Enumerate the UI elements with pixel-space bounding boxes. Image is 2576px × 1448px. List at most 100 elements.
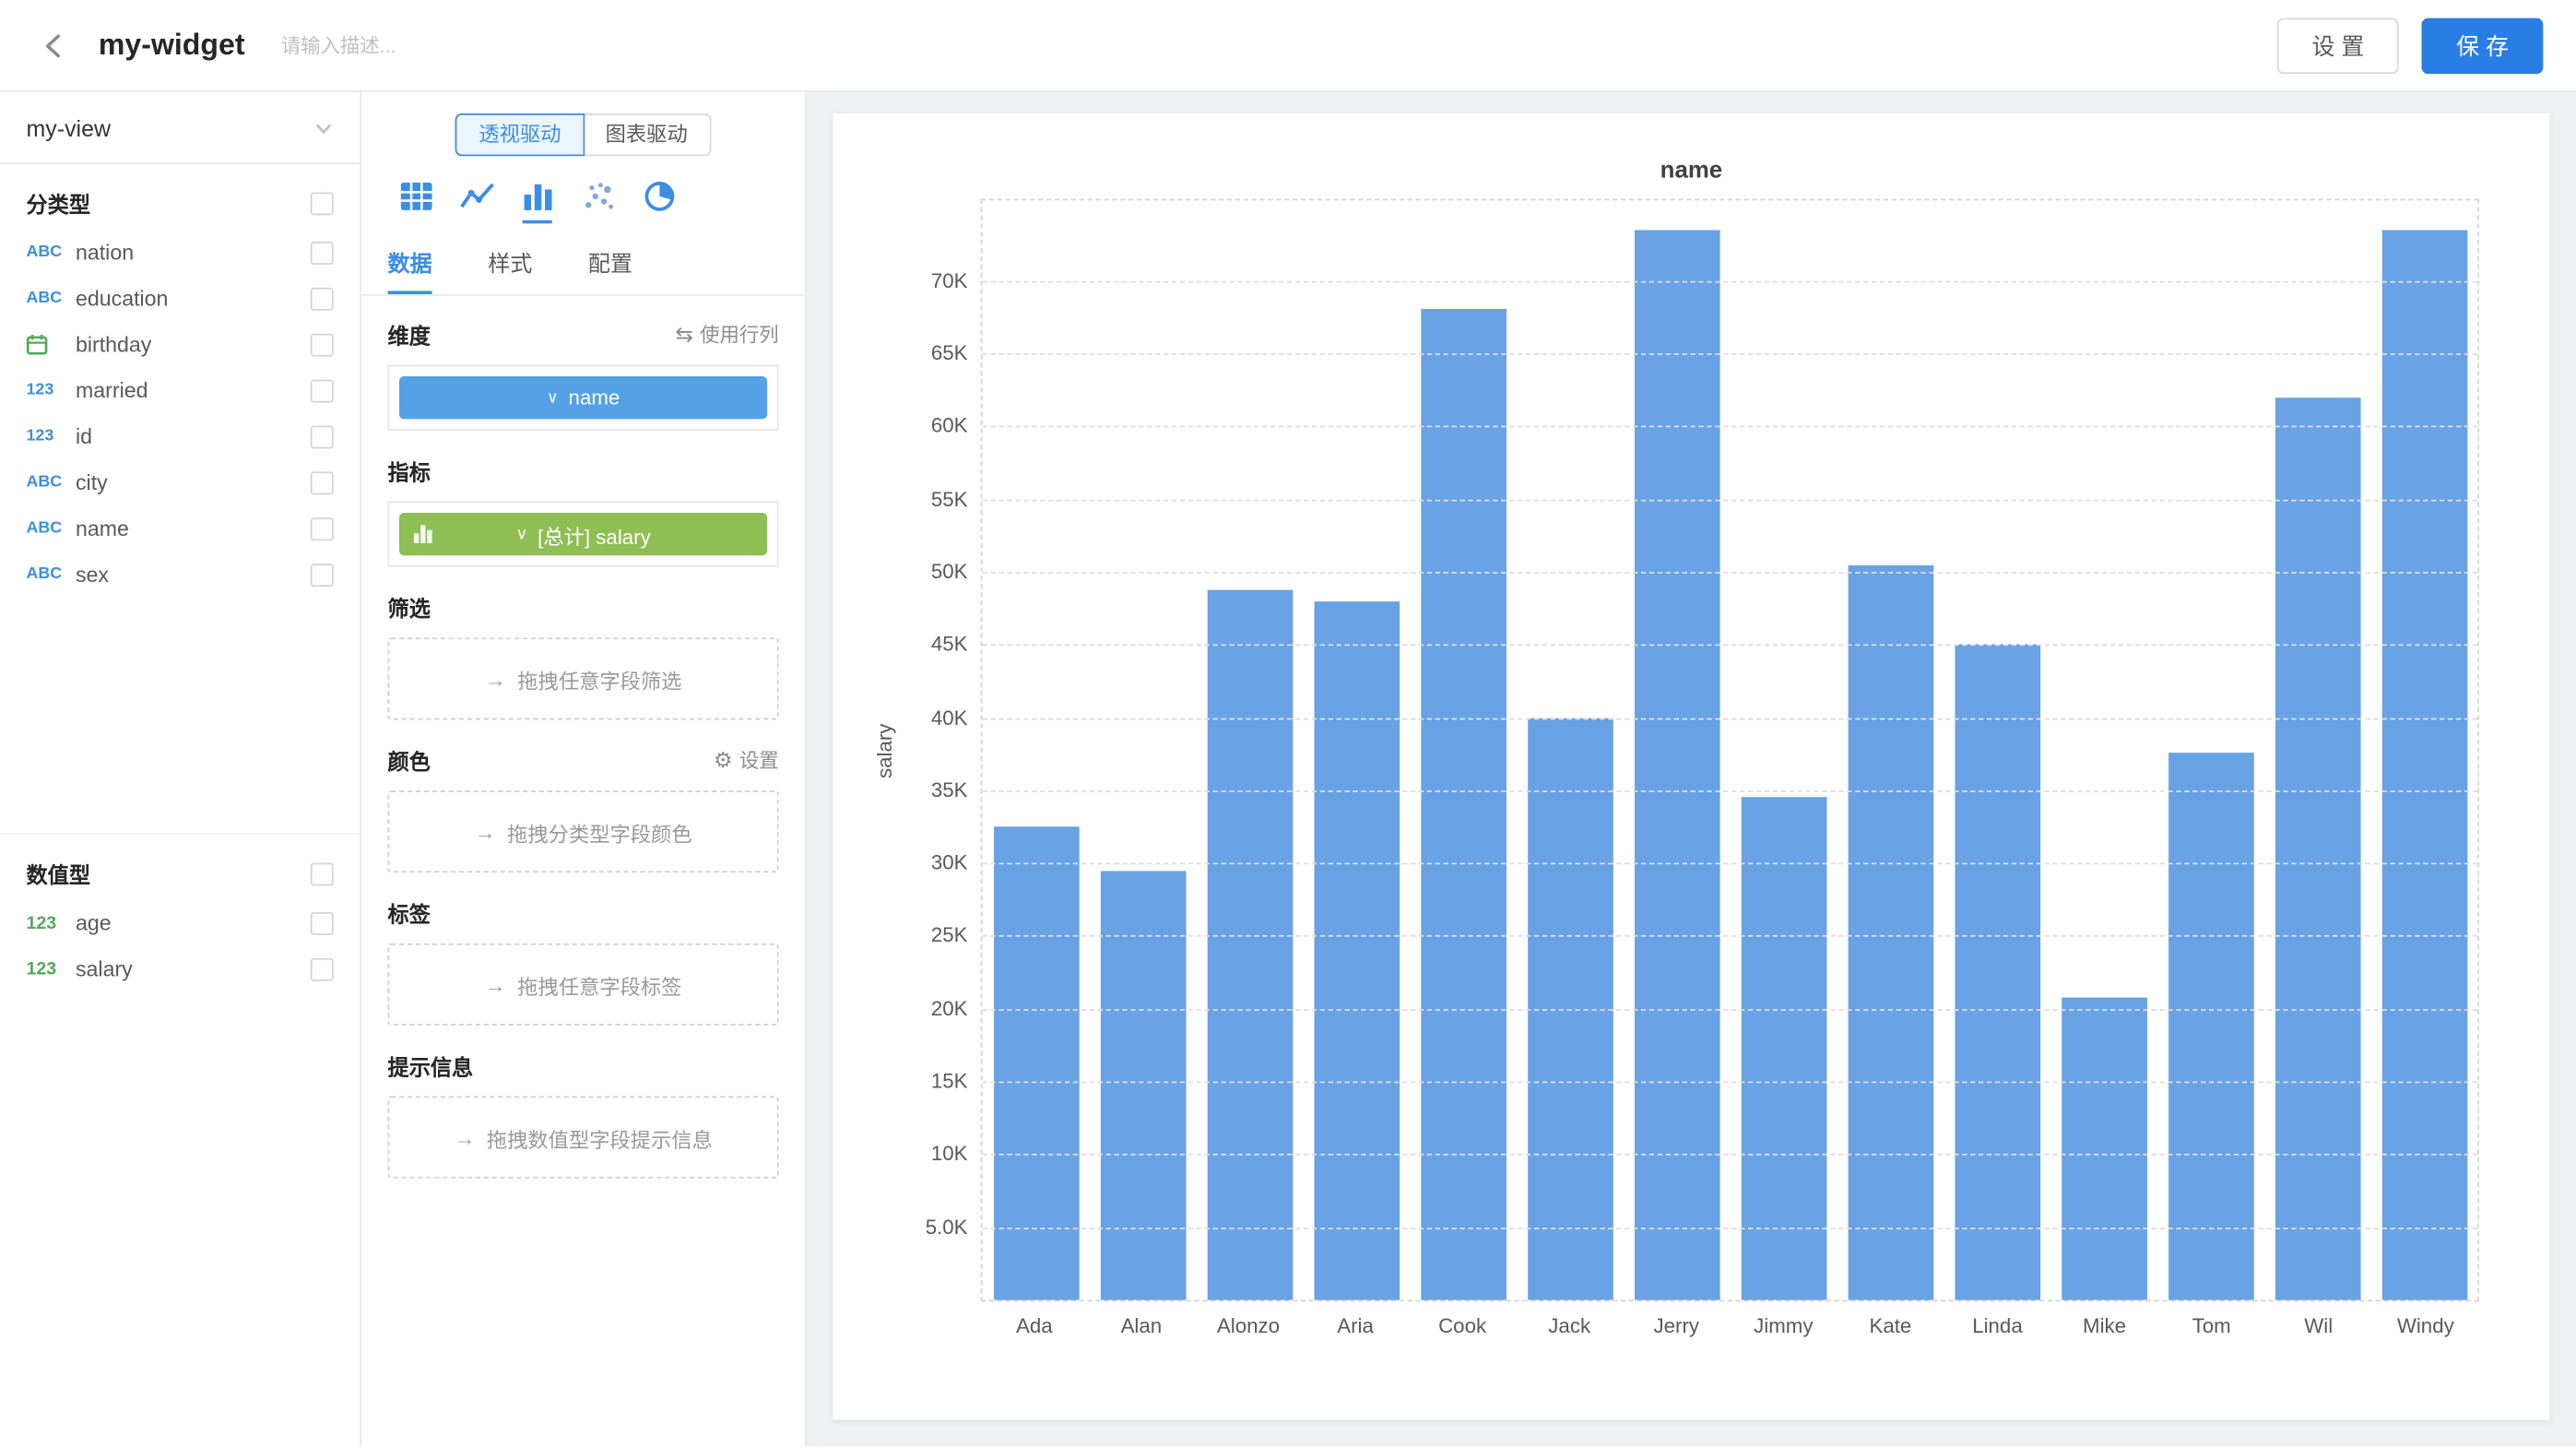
field-item-age[interactable]: 123age: [27, 910, 334, 935]
field-checkbox[interactable]: [311, 516, 334, 540]
number-field-icon: 123: [27, 959, 76, 979]
bar-Tom[interactable]: [2168, 753, 2253, 1300]
bar-Ada[interactable]: [993, 826, 1079, 1300]
bar-slot: [1410, 200, 1517, 1300]
field-item-sex[interactable]: ABCsex: [27, 562, 334, 587]
use-rows-cols-button[interactable]: ⇆ 使用行列: [675, 320, 778, 348]
field-item-nation[interactable]: ABCnation: [27, 240, 334, 265]
use-rows-cols-label: 使用行列: [700, 320, 779, 348]
field-item-id[interactable]: 123id: [27, 424, 334, 449]
label-title: 标签: [388, 897, 431, 929]
metric-header: 指标: [388, 456, 779, 487]
view-selector[interactable]: my-view: [0, 92, 360, 164]
dimension-header: 维度 ⇆ 使用行列: [388, 319, 779, 350]
y-tick-label: 25K: [931, 924, 968, 947]
bar-slot: [1624, 200, 1731, 1300]
filter-dropzone[interactable]: → 拖拽任意字段筛选: [388, 637, 779, 719]
field-checkbox[interactable]: [311, 425, 334, 448]
field-checkbox[interactable]: [311, 957, 334, 980]
top-bar-actions: 设 置 保 存: [2277, 18, 2543, 74]
settings-button[interactable]: 设 置: [2277, 18, 2399, 74]
field-item-salary[interactable]: 123salary: [27, 956, 334, 981]
bar-chart-icon[interactable]: [519, 177, 555, 213]
bar-slot: [2157, 200, 2264, 1300]
field-name: sex: [76, 562, 311, 587]
categorical-section-title: 分类型: [27, 187, 91, 219]
y-tick-label: 55K: [931, 488, 968, 511]
scatter-chart-icon[interactable]: [580, 177, 616, 213]
bar-Jimmy[interactable]: [1741, 798, 1826, 1300]
dimension-chip[interactable]: ∨ name: [399, 376, 767, 419]
bar-Cook[interactable]: [1420, 310, 1506, 1300]
back-button[interactable]: [33, 24, 76, 66]
x-label-Alonzo: Alonzo: [1195, 1315, 1302, 1338]
color-dropzone[interactable]: → 拖拽分类型字段颜色: [388, 790, 779, 872]
gridline: [983, 572, 2478, 574]
gridline: [983, 499, 2478, 501]
save-button[interactable]: 保 存: [2422, 18, 2544, 74]
line-chart-icon[interactable]: [458, 177, 494, 213]
field-checkbox[interactable]: [311, 563, 334, 586]
bar-Wil[interactable]: [2275, 398, 2360, 1300]
y-tick-label: 30K: [931, 851, 968, 874]
field-item-birthday[interactable]: birthday: [27, 332, 334, 357]
view-selector-label: my-view: [27, 114, 111, 141]
bar-Kate[interactable]: [1848, 564, 1933, 1300]
tab-样式[interactable]: 样式: [488, 237, 532, 294]
bar-chart-mini-icon: [414, 525, 431, 543]
dimension-chip-label: name: [569, 386, 620, 409]
bar-Linda[interactable]: [1955, 645, 2040, 1300]
bar-Mike[interactable]: [2061, 997, 2146, 1300]
metric-chip[interactable]: ∨ [总计] salary: [399, 513, 767, 555]
x-label-Windy: Windy: [2372, 1315, 2479, 1338]
y-tick-label: 65K: [931, 342, 968, 365]
numeric-select-all-checkbox[interactable]: [311, 862, 334, 885]
number-field-icon: 123: [27, 913, 76, 932]
bar-Windy[interactable]: [2381, 230, 2467, 1300]
field-checkbox[interactable]: [311, 911, 334, 934]
numeric-section-title: 数值型: [27, 858, 91, 889]
bar-slot: [1517, 200, 1624, 1300]
chart-drive-button[interactable]: 图表驱动: [584, 113, 710, 156]
field-item-education[interactable]: ABCeducation: [27, 286, 334, 311]
label-placeholder: 拖拽任意字段标签: [517, 968, 681, 1000]
y-axis-title-wrap: salary: [872, 199, 899, 1302]
text-field-icon: ABC: [27, 519, 76, 538]
field-checkbox[interactable]: [311, 287, 334, 310]
field-item-married[interactable]: 123married: [27, 378, 334, 403]
color-placeholder: 拖拽分类型字段颜色: [507, 816, 691, 848]
field-name: salary: [76, 956, 311, 981]
bar-Aria[interactable]: [1314, 601, 1400, 1300]
field-checkbox[interactable]: [311, 241, 334, 264]
y-tick-label: 50K: [931, 561, 968, 584]
x-label-Jerry: Jerry: [1623, 1315, 1730, 1338]
bar-Jerry[interactable]: [1634, 230, 1719, 1300]
text-field-icon: ABC: [27, 565, 76, 584]
description-input[interactable]: [278, 32, 639, 59]
bar-Alonzo[interactable]: [1207, 591, 1293, 1300]
field-name: nation: [76, 240, 311, 265]
field-item-city[interactable]: ABCcity: [27, 470, 334, 495]
tab-配置[interactable]: 配置: [588, 237, 632, 294]
tab-数据[interactable]: 数据: [388, 237, 432, 294]
tooltip-dropzone[interactable]: → 拖拽数值型字段提示信息: [388, 1097, 779, 1179]
color-settings-button[interactable]: ⚙ 设置: [714, 746, 779, 774]
field-checkbox[interactable]: [311, 333, 334, 356]
field-checkbox[interactable]: [311, 471, 334, 494]
bar-Alan[interactable]: [1100, 871, 1186, 1300]
bar-slot: [1730, 200, 1837, 1300]
field-item-name[interactable]: ABCname: [27, 516, 334, 541]
categorical-select-all-checkbox[interactable]: [311, 192, 334, 215]
table-chart-icon[interactable]: [397, 177, 433, 213]
y-axis-title: salary: [874, 723, 897, 777]
pivot-drive-button[interactable]: 透视驱动: [455, 113, 584, 156]
label-dropzone[interactable]: → 拖拽任意字段标签: [388, 944, 779, 1026]
gridline: [983, 718, 2478, 719]
arrow-right-icon: →: [485, 972, 506, 997]
pie-chart-icon[interactable]: [641, 177, 677, 213]
y-tick-label: 20K: [931, 997, 968, 1020]
chevron-left-icon: [40, 30, 69, 60]
gridline: [983, 1155, 2478, 1157]
field-checkbox[interactable]: [311, 379, 334, 402]
field-name: name: [76, 516, 311, 541]
